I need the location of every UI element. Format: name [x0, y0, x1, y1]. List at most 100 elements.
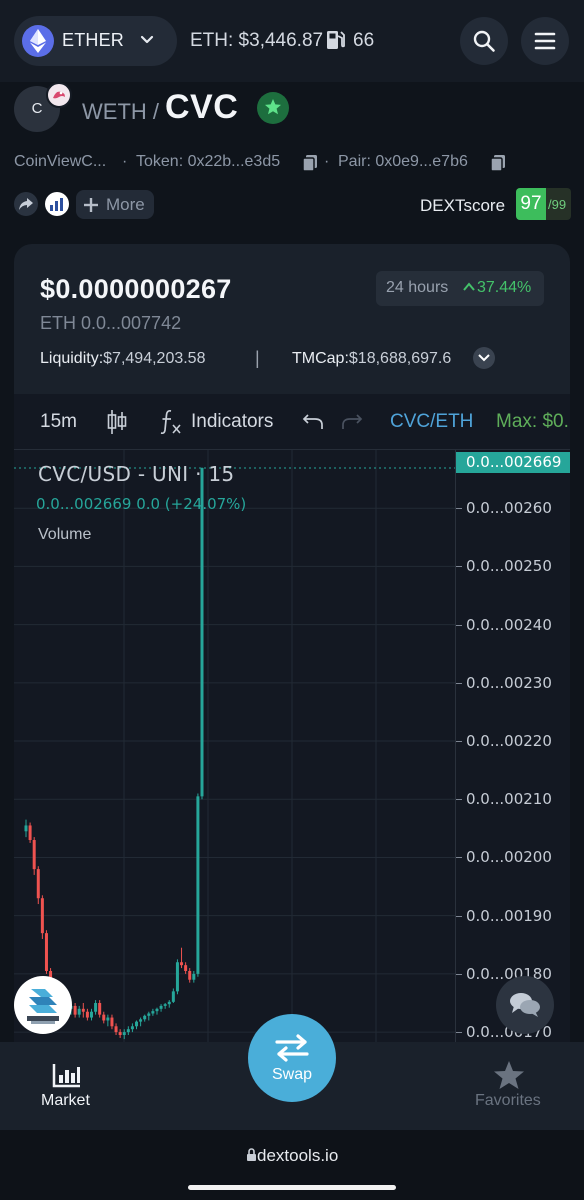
candle-body — [163, 1004, 167, 1006]
redo-icon[interactable] — [341, 413, 363, 431]
candle-body — [167, 1001, 171, 1005]
more-button[interactable]: More — [76, 190, 154, 219]
candle-body — [73, 1005, 77, 1015]
interval-selector[interactable]: 15m — [40, 411, 77, 433]
function-icon[interactable] — [159, 408, 183, 436]
star-icon — [494, 1061, 524, 1089]
pair-base: WETH / — [82, 99, 159, 124]
dextscore-badge[interactable]: 97 /99 — [516, 188, 571, 220]
axis-tick — [456, 799, 462, 801]
tmcap-value: $18,688,697.6 — [348, 350, 452, 367]
market-chart-icon — [52, 1064, 80, 1088]
candle-body — [44, 933, 48, 971]
more-label: More — [106, 195, 145, 214]
browser-url-bar[interactable]: dextools.io — [0, 1130, 584, 1200]
axis-tick — [456, 973, 462, 975]
candle-body — [171, 991, 175, 1002]
candle-body — [122, 1032, 126, 1036]
candle-body — [143, 1015, 147, 1020]
change-value: 37.44% — [463, 279, 531, 297]
copy-icon[interactable] — [490, 154, 506, 172]
candle-body — [28, 825, 32, 841]
liquidity-label: Liquidity: — [40, 350, 104, 367]
candle-body — [155, 1008, 159, 1012]
ethereum-icon — [22, 25, 54, 57]
url-text: dextools.io — [257, 1146, 339, 1165]
axis-tick — [456, 915, 462, 917]
axis-tick-label: 0.0...00190 — [466, 906, 552, 925]
candle-body — [184, 965, 188, 971]
candlestick-icon[interactable] — [106, 408, 128, 436]
swap-arrows-icon — [275, 1034, 309, 1062]
candle-body — [102, 1014, 106, 1021]
chart-link-button[interactable] — [45, 192, 69, 216]
liquidity: Liquidity:$7,494,203.58 — [40, 350, 205, 368]
dextscore-label: DEXTscore — [420, 196, 506, 215]
menu-icon — [534, 32, 556, 50]
candle-body — [192, 973, 196, 980]
token-address[interactable]: Token: 0x22b...e3d5 — [136, 153, 280, 171]
gas-pump-icon — [327, 31, 345, 49]
chart-pair-toggle[interactable]: CVC/ETH — [390, 411, 473, 433]
axis-tick-label: 0.0...00210 — [466, 790, 552, 809]
candle-body — [81, 1008, 85, 1012]
candle-body — [135, 1021, 139, 1027]
plus-icon — [84, 198, 98, 212]
share-icon — [19, 198, 33, 210]
candle-body — [36, 869, 40, 899]
search-button[interactable] — [460, 17, 508, 65]
swap-label: Swap — [271, 1066, 313, 1083]
candle-body — [110, 1017, 114, 1027]
axis-tick — [456, 624, 462, 626]
candle-body — [200, 468, 204, 797]
tmcap: TMCap:$18,688,697.6 — [292, 350, 451, 368]
change-percent: 37.44% — [477, 279, 532, 296]
price-chart[interactable]: CVC/USD - UNI · 15 0.0...002669 0.0 (+24… — [14, 450, 570, 1042]
undo-icon[interactable] — [302, 413, 324, 431]
token-name[interactable]: CoinViewC... — [14, 153, 106, 171]
indicators-button[interactable]: Indicators — [191, 411, 273, 433]
nav-favorites-label: Favorites — [475, 1092, 541, 1109]
candle-body — [130, 1026, 134, 1030]
axis-tick — [456, 566, 462, 568]
pair-address[interactable]: Pair: 0x0e9...e7b6 — [338, 153, 468, 171]
copy-icon[interactable] — [302, 154, 318, 172]
candle-body — [89, 1011, 93, 1018]
candle-body — [180, 962, 184, 966]
menu-button[interactable] — [521, 17, 569, 65]
price-change-box[interactable]: 24 hours 37.44% — [376, 271, 544, 306]
axis-tick — [456, 741, 462, 743]
swap-button[interactable]: Swap — [248, 1014, 336, 1102]
candle-body — [126, 1029, 130, 1033]
separator: | — [255, 348, 260, 368]
chat-button[interactable] — [496, 976, 554, 1034]
bullet: · — [324, 153, 330, 170]
candle-body — [175, 962, 179, 992]
chat-bubbles-icon — [510, 993, 540, 1017]
dextools-academy-button[interactable] — [14, 976, 72, 1034]
favorite-star-button[interactable] — [257, 92, 289, 124]
arrow-up-icon — [463, 282, 475, 291]
dextscore-value: 97 — [516, 188, 546, 220]
eth-price: ETH: $3,446.87 — [190, 30, 324, 51]
token-badge-icon — [46, 82, 72, 108]
expand-stats-button[interactable] — [473, 347, 495, 369]
lock-icon — [247, 1148, 256, 1161]
chain-selector[interactable]: ETHER — [14, 16, 177, 66]
candle-body — [159, 1005, 163, 1009]
star-icon — [265, 99, 281, 115]
candle-body — [24, 825, 28, 832]
pair-quote: CVC — [165, 88, 239, 126]
chart-title: CVC/USD - UNI · 15 — [38, 462, 235, 486]
axis-tick — [456, 682, 462, 684]
axis-tick-label: 0.0...00220 — [466, 732, 552, 751]
candle-body — [118, 1032, 122, 1036]
search-icon — [473, 30, 495, 52]
price-axis[interactable]: 0.0...002669 0.0...00260 0.0...00250 0.0..… — [455, 450, 570, 1042]
share-button[interactable] — [14, 192, 38, 216]
volume-label: Volume — [38, 526, 92, 543]
gas-value: 66 — [353, 30, 375, 51]
candle-body — [77, 1008, 81, 1015]
price-eth: ETH 0.0...007742 — [40, 313, 182, 333]
candle-body — [40, 898, 44, 934]
